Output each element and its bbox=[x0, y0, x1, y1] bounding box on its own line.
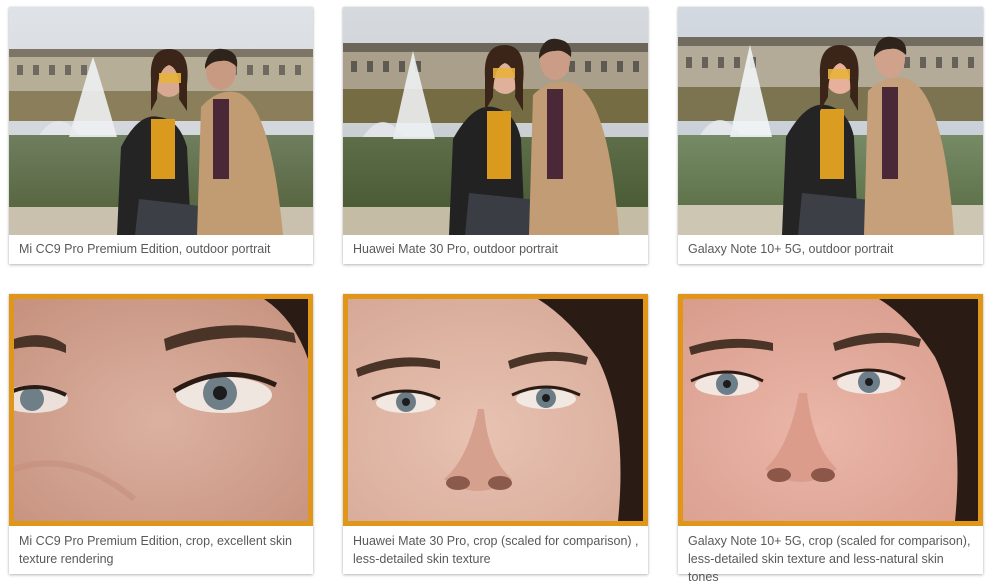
face-crop-photo[interactable] bbox=[9, 294, 313, 526]
portrait-card-galaxy-note10[interactable]: Galaxy Note 10+ 5G, outdoor portrait bbox=[678, 7, 983, 264]
portrait-card-huawei-mate30[interactable]: Huawei Mate 30 Pro, outdoor portrait bbox=[343, 7, 648, 264]
crop-card-mi-cc9[interactable]: Mi CC9 Pro Premium Edition, crop, excell… bbox=[9, 294, 313, 574]
face-crop-photo[interactable] bbox=[343, 294, 648, 526]
photo-caption: Mi CC9 Pro Premium Edition, outdoor port… bbox=[19, 242, 271, 256]
outdoor-portrait-photo[interactable] bbox=[343, 7, 648, 235]
outdoor-portrait-photo[interactable] bbox=[678, 7, 983, 235]
crop-card-huawei-mate30[interactable]: Huawei Mate 30 Pro, crop (scaled for com… bbox=[343, 294, 648, 574]
face-crop-photo[interactable] bbox=[678, 294, 983, 526]
outdoor-portrait-photo[interactable] bbox=[9, 7, 313, 235]
photo-caption: Galaxy Note 10+ 5G, outdoor portrait bbox=[688, 242, 894, 256]
crop-card-galaxy-note10[interactable]: Galaxy Note 10+ 5G, crop (scaled for com… bbox=[678, 294, 983, 584]
photo-caption: Huawei Mate 30 Pro, outdoor portrait bbox=[353, 242, 558, 256]
portrait-card-mi-cc9[interactable]: Mi CC9 Pro Premium Edition, outdoor port… bbox=[9, 7, 313, 264]
photo-caption: Huawei Mate 30 Pro, crop (scaled for com… bbox=[353, 534, 639, 566]
photo-caption: Galaxy Note 10+ 5G, crop (scaled for com… bbox=[688, 534, 971, 584]
photo-caption: Mi CC9 Pro Premium Edition, crop, excell… bbox=[19, 534, 293, 566]
